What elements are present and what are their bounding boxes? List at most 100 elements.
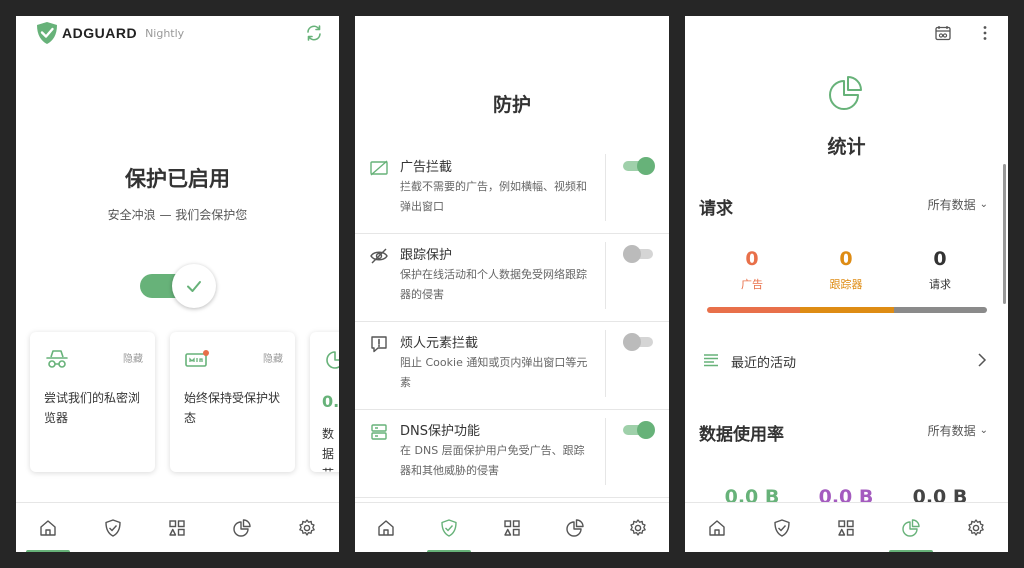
data-usage-filter-dropdown[interactable]: 所有数据 ⌄ — [928, 422, 988, 439]
toolbar — [932, 22, 996, 44]
item-description: 保护在线活动和个人数据免受网络跟踪器的侵害 — [400, 268, 587, 301]
alert-message-icon — [371, 336, 387, 353]
nav-apps[interactable] — [492, 508, 532, 548]
nav-apps[interactable] — [826, 508, 866, 548]
requests-bar-segment — [893, 307, 987, 313]
protection-item-dns[interactable]: DNS保护功能 在 DNS 层面保护用户免受广告、跟踪器和其他威胁的侵害 — [355, 410, 669, 498]
nav-home[interactable] — [697, 508, 737, 548]
check-icon — [187, 281, 201, 292]
apps-icon — [838, 519, 855, 536]
requests-counter: 0 请求 — [895, 248, 985, 292]
shield-icon — [441, 518, 457, 537]
data-saved-label: 数据节省 — [322, 427, 335, 472]
adguard-logo-icon — [37, 22, 57, 44]
statistics-icon — [233, 518, 251, 537]
nav-settings[interactable] — [287, 508, 327, 548]
dns-switch[interactable] — [623, 421, 655, 439]
tracking-switch[interactable] — [623, 245, 655, 263]
nav-home[interactable] — [366, 508, 406, 548]
trackers-bar-segment — [800, 307, 894, 313]
card-text: 始终保持受保护状态 — [184, 391, 281, 425]
eye-off-icon — [370, 248, 388, 264]
chevron-down-icon: ⌄ — [979, 425, 988, 436]
ads-bar-segment — [707, 307, 801, 313]
list-icon — [704, 354, 718, 367]
protection-status-title: 保护已启用 — [125, 167, 230, 191]
ads-count: 0 — [745, 248, 759, 270]
protection-item-ad-blocking[interactable]: 广告拦截 拦截不需要的广告，例如横幅、视频和弹出窗口 — [355, 146, 669, 234]
recent-activity-row[interactable]: 最近的活动 — [685, 338, 1008, 382]
brand-header: ADGUARD Nightly — [36, 21, 184, 45]
divider — [605, 242, 606, 309]
data-usage-section-title: 数据使用率 — [699, 425, 784, 445]
hide-card-button[interactable]: 隐藏 — [123, 350, 143, 365]
ads-label: 广告 — [741, 278, 763, 291]
toggle-knob — [172, 264, 216, 308]
item-title: 广告拦截 — [400, 160, 453, 175]
build-tag: Nightly — [145, 26, 185, 40]
nav-apps[interactable] — [157, 508, 197, 548]
bottom-navigation — [685, 502, 1008, 552]
divider — [605, 418, 606, 485]
more-options-button[interactable] — [974, 22, 996, 44]
scrollbar[interactable] — [1003, 164, 1006, 304]
item-title: 烦人元素拦截 — [400, 336, 479, 351]
statistics-icon — [326, 351, 339, 369]
settings-icon — [629, 518, 646, 536]
page-title: 防护 — [492, 94, 531, 116]
statistics-icon — [902, 518, 920, 537]
item-description: 阻止 Cookie 通知或页内弹出窗口等元素 — [400, 356, 588, 389]
nav-protection[interactable] — [427, 508, 472, 552]
nav-protection[interactable] — [762, 508, 802, 548]
recent-activity-label: 最近的活动 — [731, 356, 797, 371]
apps-icon — [169, 519, 186, 536]
shield-icon — [105, 518, 121, 537]
requests-label: 请求 — [929, 278, 951, 291]
annoyances-switch[interactable] — [623, 333, 655, 351]
nav-statistics[interactable] — [555, 508, 595, 548]
data-saved-value: 0. — [322, 392, 339, 411]
data-saved-card[interactable]: 0. 数据节省 — [310, 332, 339, 472]
nav-home[interactable] — [26, 508, 71, 552]
trackers-label: 跟踪器 — [829, 278, 863, 291]
item-description: 拦截不需要的广告，例如横幅、视频和弹出窗口 — [400, 180, 587, 213]
chevron-right-icon — [978, 353, 987, 367]
card-text: 尝试我们的私密浏览器 — [44, 391, 141, 425]
item-description: 在 DNS 层面保护用户免受广告、跟踪器和其他威胁的侵害 — [400, 444, 585, 477]
home-icon — [378, 519, 395, 536]
filter-value: 所有数据 — [927, 198, 976, 212]
date-range-button[interactable] — [932, 22, 954, 44]
statistics-pie-icon — [829, 76, 862, 110]
nav-settings[interactable] — [618, 508, 658, 548]
settings-icon — [298, 518, 315, 536]
divider — [605, 154, 606, 221]
promo-card-subscription[interactable]: 隐藏 始终保持受保护状态 — [170, 332, 295, 472]
promo-card-browser[interactable]: 隐藏 尝试我们的私密浏览器 — [30, 332, 155, 472]
ad-blocking-icon — [370, 160, 388, 176]
shield-icon — [774, 518, 790, 537]
home-icon — [40, 519, 56, 536]
nav-settings[interactable] — [956, 508, 996, 548]
page-title: 统计 — [827, 136, 866, 158]
dns-server-icon — [371, 424, 387, 440]
item-title: DNS保护功能 — [400, 424, 480, 439]
statistics-icon — [566, 518, 584, 537]
incognito-icon — [46, 350, 68, 368]
filter-value: 所有数据 — [927, 424, 976, 438]
nav-statistics[interactable] — [222, 508, 262, 548]
hide-card-button[interactable]: 隐藏 — [263, 350, 283, 365]
protection-status-subtitle: 安全冲浪 — 我们会保护您 — [107, 208, 248, 222]
requests-section-title: 请求 — [699, 199, 733, 219]
sync-button[interactable] — [303, 22, 325, 44]
divider — [605, 330, 606, 397]
ad-blocking-switch[interactable] — [623, 157, 655, 175]
apps-icon — [504, 519, 520, 536]
protection-item-annoyances[interactable]: 烦人元素拦截 阻止 Cookie 通知或页内弹出窗口等元素 — [355, 322, 669, 410]
settings-icon — [967, 518, 984, 536]
nav-statistics[interactable] — [889, 508, 934, 552]
requests-filter-dropdown[interactable]: 所有数据 ⌄ — [928, 196, 988, 213]
nav-protection[interactable] — [93, 508, 133, 548]
item-title: 跟踪保护 — [400, 248, 453, 263]
protection-item-tracking[interactable]: 跟踪保护 保护在线活动和个人数据免受网络跟踪器的侵害 — [355, 234, 669, 322]
main-protection-toggle[interactable] — [140, 264, 216, 308]
